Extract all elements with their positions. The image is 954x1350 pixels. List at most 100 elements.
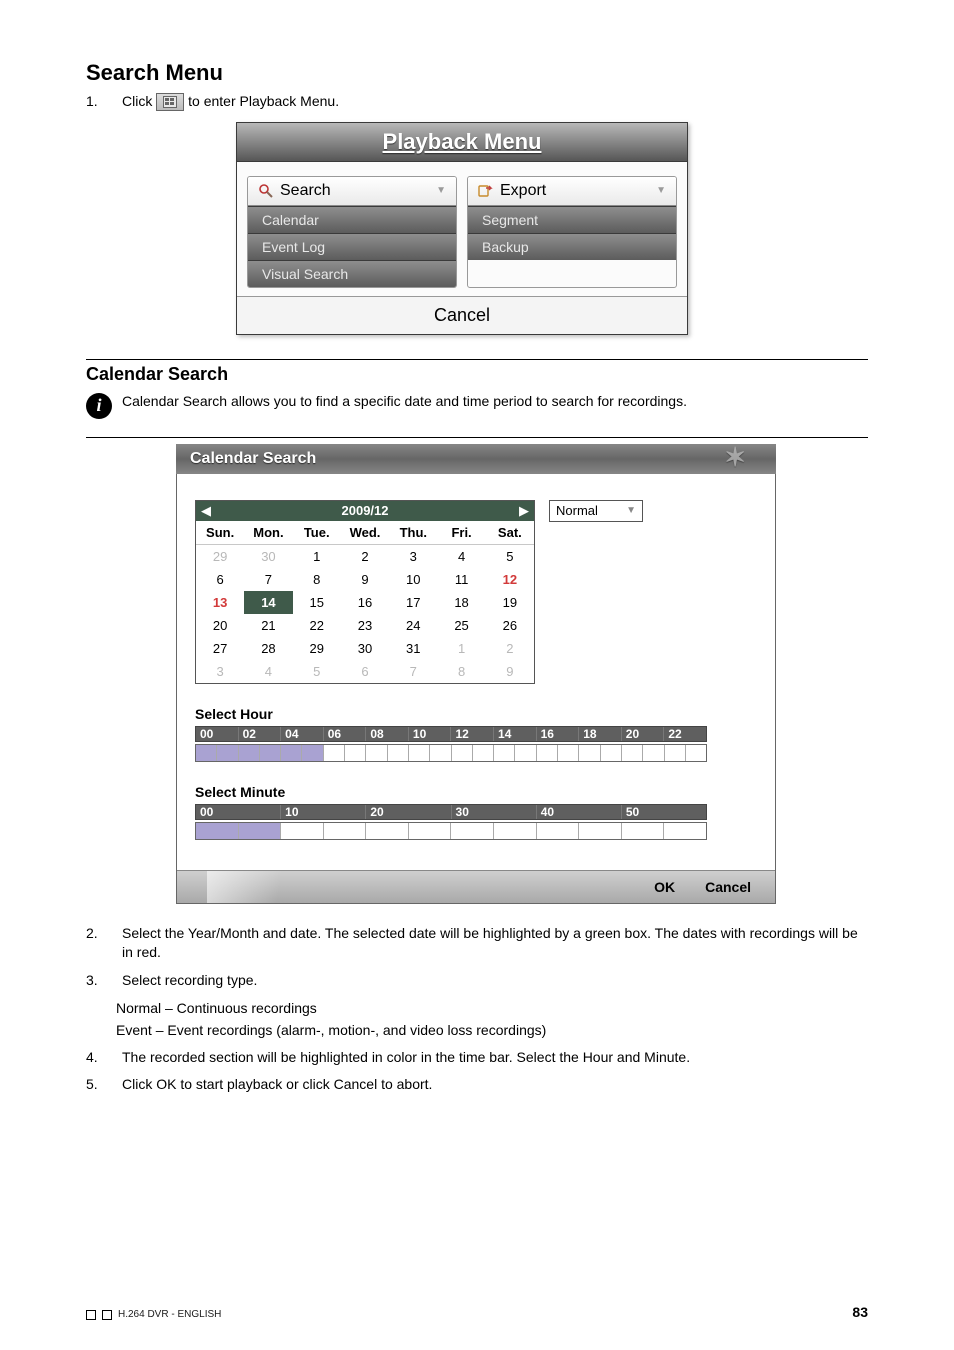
calendar-day[interactable]: 8 <box>437 660 485 683</box>
step-text: Select the Year/Month and date. The sele… <box>122 924 868 963</box>
minute-slot[interactable] <box>281 823 324 839</box>
prev-month-button[interactable]: ◀ <box>196 503 216 519</box>
menu-item-event-log[interactable]: Event Log <box>248 233 456 260</box>
minute-tick: 30 <box>452 805 537 819</box>
calendar-day[interactable]: 24 <box>389 614 437 637</box>
calendar-day[interactable]: 14 <box>244 591 292 614</box>
calendar-day[interactable]: 29 <box>293 637 341 660</box>
hour-slot[interactable] <box>260 745 281 761</box>
hour-slot[interactable] <box>643 745 664 761</box>
calendar-day[interactable]: 23 <box>341 614 389 637</box>
hour-slots[interactable] <box>195 744 707 762</box>
hour-slot[interactable] <box>665 745 686 761</box>
calendar-day[interactable]: 27 <box>196 637 244 660</box>
hour-slot[interactable] <box>366 745 387 761</box>
calendar-day[interactable]: 2 <box>341 545 389 568</box>
menu-item-backup[interactable]: Backup <box>468 233 676 260</box>
calendar-day[interactable]: 30 <box>244 545 292 568</box>
menu-item-visual-search[interactable]: Visual Search <box>248 260 456 287</box>
minute-slot[interactable] <box>537 823 580 839</box>
calendar-day[interactable]: 18 <box>437 591 485 614</box>
calendar-day[interactable]: 5 <box>486 545 534 568</box>
hour-slot[interactable] <box>558 745 579 761</box>
hour-slot[interactable] <box>452 745 473 761</box>
calendar-day[interactable]: 11 <box>437 568 485 591</box>
minute-slot[interactable] <box>494 823 537 839</box>
minute-slot[interactable] <box>196 823 239 839</box>
hour-slot[interactable] <box>473 745 494 761</box>
export-header[interactable]: Export ▼ <box>468 177 676 206</box>
calendar-day[interactable]: 4 <box>437 545 485 568</box>
export-column: Export ▼ Segment Backup . <box>467 176 677 288</box>
menu-item-calendar[interactable]: Calendar <box>248 206 456 233</box>
ok-button[interactable]: OK <box>654 879 675 895</box>
chevron-down-icon: ▼ <box>436 185 446 196</box>
recording-type-dropdown[interactable]: Normal ▼ <box>549 500 643 522</box>
calendar-day[interactable]: 3 <box>389 545 437 568</box>
hour-ruler[interactable]: 000204060810121416182022 <box>195 726 707 742</box>
calendar-day[interactable]: 19 <box>486 591 534 614</box>
calendar-day[interactable]: 1 <box>293 545 341 568</box>
calendar-day[interactable]: 3 <box>196 660 244 683</box>
cancel-button[interactable]: Cancel <box>705 879 751 895</box>
calendar-day[interactable]: 5 <box>293 660 341 683</box>
hour-slot[interactable] <box>537 745 558 761</box>
hour-slot[interactable] <box>601 745 622 761</box>
minute-slot[interactable] <box>409 823 452 839</box>
hour-slot[interactable] <box>239 745 260 761</box>
select-hour-label: Select Hour <box>195 706 757 722</box>
minute-ruler[interactable]: 001020304050 <box>195 804 707 820</box>
minute-slots[interactable] <box>195 822 707 840</box>
minute-slot[interactable] <box>664 823 706 839</box>
minute-slot[interactable] <box>579 823 622 839</box>
hour-slot[interactable] <box>324 745 345 761</box>
calendar-day[interactable]: 17 <box>389 591 437 614</box>
calendar-day[interactable]: 31 <box>389 637 437 660</box>
calendar-day[interactable]: 10 <box>389 568 437 591</box>
calendar-day[interactable]: 2 <box>486 637 534 660</box>
minute-slot[interactable] <box>324 823 367 839</box>
calendar-day[interactable]: 16 <box>341 591 389 614</box>
calendar-day[interactable]: 26 <box>486 614 534 637</box>
hour-slot[interactable] <box>579 745 600 761</box>
menu-item-segment[interactable]: Segment <box>468 206 676 233</box>
hour-slot[interactable] <box>622 745 643 761</box>
hour-slot[interactable] <box>345 745 366 761</box>
hour-slot[interactable] <box>388 745 409 761</box>
calendar-day[interactable]: 7 <box>389 660 437 683</box>
calendar-day[interactable]: 21 <box>244 614 292 637</box>
calendar-day[interactable]: 12 <box>486 568 534 591</box>
calendar-day[interactable]: 15 <box>293 591 341 614</box>
calendar-day[interactable]: 9 <box>486 660 534 683</box>
hour-slot[interactable] <box>281 745 302 761</box>
search-header[interactable]: Search ▼ <box>248 177 456 206</box>
minute-slot[interactable] <box>622 823 665 839</box>
calendar-day[interactable]: 8 <box>293 568 341 591</box>
calendar-day[interactable]: 20 <box>196 614 244 637</box>
next-month-button[interactable]: ▶ <box>514 503 534 519</box>
hour-slot[interactable] <box>302 745 323 761</box>
calendar-day[interactable]: 9 <box>341 568 389 591</box>
calendar-day[interactable]: 6 <box>196 568 244 591</box>
hour-slot[interactable] <box>515 745 536 761</box>
calendar-day[interactable]: 28 <box>244 637 292 660</box>
hour-slot[interactable] <box>196 745 217 761</box>
minute-slot[interactable] <box>239 823 282 839</box>
hour-slot[interactable] <box>686 745 706 761</box>
calendar-day[interactable]: 6 <box>341 660 389 683</box>
hour-slot[interactable] <box>430 745 451 761</box>
calendar-day[interactable]: 29 <box>196 545 244 568</box>
hour-slot[interactable] <box>217 745 238 761</box>
calendar-day[interactable]: 1 <box>437 637 485 660</box>
calendar-day[interactable]: 22 <box>293 614 341 637</box>
hour-slot[interactable] <box>409 745 430 761</box>
calendar-day[interactable]: 30 <box>341 637 389 660</box>
calendar-day[interactable]: 25 <box>437 614 485 637</box>
minute-slot[interactable] <box>366 823 409 839</box>
minute-slot[interactable] <box>451 823 494 839</box>
cancel-button[interactable]: Cancel <box>434 305 490 325</box>
calendar-day[interactable]: 4 <box>244 660 292 683</box>
calendar-day[interactable]: 7 <box>244 568 292 591</box>
calendar-day[interactable]: 13 <box>196 591 244 614</box>
hour-slot[interactable] <box>494 745 515 761</box>
